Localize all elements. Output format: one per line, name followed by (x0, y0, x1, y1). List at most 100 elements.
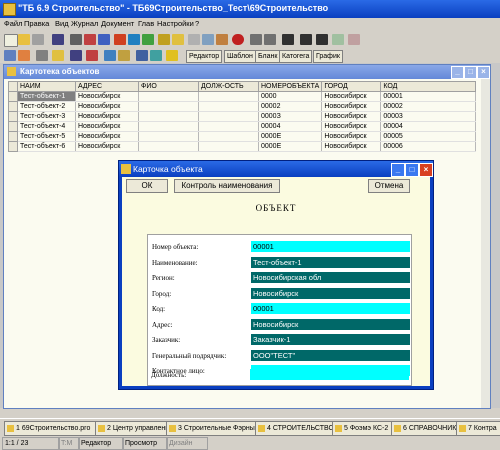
menu-help[interactable]: ? (195, 19, 199, 28)
cell-code[interactable]: 00005 (380, 131, 477, 142)
customer-field[interactable]: Заказчик-1 (251, 334, 410, 345)
row-indicator[interactable] (8, 141, 18, 152)
ok-button[interactable]: ОК (126, 179, 168, 193)
cell-position[interactable] (198, 121, 259, 132)
tab-catalog[interactable]: Катогега (279, 50, 313, 63)
cell-name[interactable]: Тест-объект-5 (17, 131, 76, 142)
cell-object-number[interactable]: 00002 (258, 101, 323, 112)
cell-object-number[interactable]: 0000З (258, 111, 323, 122)
cell-position[interactable] (198, 91, 259, 102)
status-editor[interactable]: Редактор (78, 437, 124, 450)
grid-icon[interactable] (70, 50, 82, 61)
cell-address[interactable]: Новосибирск (75, 131, 139, 142)
cell-city[interactable]: Новосибирск (321, 91, 382, 102)
row-indicator[interactable] (8, 131, 18, 142)
table-row[interactable]: Тест-объект-4 Новосибирск 00004 Новосиби… (8, 121, 477, 132)
general-contractor-field[interactable]: ООО"ТЕСТ" (251, 350, 410, 361)
book-icon[interactable] (104, 50, 116, 61)
status-preview[interactable]: Просмотр (122, 437, 168, 450)
cell-address[interactable]: Новосибирск (75, 111, 139, 122)
close-icon[interactable]: × (477, 66, 490, 79)
tab-blank[interactable]: Бланк (255, 50, 281, 63)
table-row[interactable]: Тест-объект-1 Новосибирск 0000 Новосибир… (8, 91, 477, 102)
col-header-position[interactable]: ДОЛЖ-ОСТЬ (198, 81, 259, 92)
maximize-icon[interactable]: □ (405, 163, 419, 177)
window-tab-1[interactable]: 1 69Строительство.pro (4, 421, 107, 436)
paste-icon[interactable] (202, 34, 214, 45)
tab-editor[interactable]: Редактор (186, 50, 223, 63)
row-indicator[interactable] (8, 121, 18, 132)
key-icon[interactable] (158, 34, 170, 45)
nav-next-icon[interactable] (264, 34, 276, 45)
cell-object-number[interactable]: 00004 (258, 121, 323, 132)
region-field[interactable]: Новосибирская обл (251, 272, 410, 283)
table-row[interactable]: Тест-объект-3 Новосибирск 0000З Новосиби… (8, 111, 477, 122)
cell-code[interactable]: 00002 (380, 101, 477, 112)
window-tab-3[interactable]: 3 Строительные Фэрны (166, 421, 267, 436)
open-icon[interactable] (18, 34, 30, 45)
menu-journal[interactable]: Журнал (71, 19, 98, 28)
cell-object-number[interactable]: 0000 (258, 91, 323, 102)
cell-city[interactable]: Новосибирск (321, 101, 382, 112)
row-indicator[interactable] (8, 111, 18, 122)
report-icon[interactable] (98, 34, 110, 45)
col-header-code[interactable]: КОД (380, 81, 477, 92)
cell-object-number[interactable]: 0000Е (258, 131, 323, 142)
col-header-city[interactable]: ГОРОД (321, 81, 382, 92)
cell-fio[interactable] (138, 111, 199, 122)
cell-code[interactable]: 00001 (380, 91, 477, 102)
menu-file[interactable]: Файл (4, 19, 22, 28)
status-design[interactable]: Дизайн (166, 437, 208, 450)
name-field[interactable]: Тест-объект-1 (251, 257, 410, 268)
list-icon[interactable] (36, 50, 48, 61)
archive-icon[interactable] (118, 50, 130, 61)
cell-city[interactable]: Новосибирск (321, 131, 382, 142)
cancel-icon[interactable] (348, 34, 360, 45)
form-icon[interactable] (84, 34, 96, 45)
new-icon[interactable] (4, 34, 18, 47)
cell-city[interactable]: Новосибирск (321, 121, 382, 132)
save-icon[interactable] (32, 34, 44, 45)
tab-template[interactable]: Шаблон (224, 50, 256, 63)
delete-icon[interactable] (316, 34, 328, 45)
cell-fio[interactable] (138, 91, 199, 102)
tools-icon[interactable] (142, 34, 154, 45)
cell-address[interactable]: Новосибирск (75, 101, 139, 112)
col-header-name[interactable]: НАИМ (17, 81, 76, 92)
db-icon[interactable] (136, 50, 148, 61)
position-field[interactable] (250, 369, 409, 380)
col-header-address[interactable]: АДРЕС (75, 81, 139, 92)
chart-icon[interactable] (114, 34, 126, 45)
table-row[interactable]: Тест-объект-6 Новосибирск 0000Е Новосиби… (8, 141, 477, 152)
insert-icon[interactable] (300, 34, 312, 45)
help-icon[interactable] (166, 50, 178, 61)
menu-main[interactable]: Глав (138, 19, 154, 28)
cell-code[interactable]: 00006 (380, 141, 477, 152)
cut-icon[interactable] (188, 34, 200, 45)
menu-settings[interactable]: Настройки (157, 19, 194, 28)
cell-city[interactable]: Новосибирск (321, 141, 382, 152)
minimize-icon[interactable]: _ (391, 163, 405, 177)
cell-position[interactable] (198, 111, 259, 122)
print-icon[interactable] (52, 34, 64, 45)
cell-city[interactable]: Новосибирск (321, 111, 382, 122)
row-indicator[interactable] (8, 91, 18, 102)
cell-fio[interactable] (138, 141, 199, 152)
cell-name[interactable]: Тест-объект-6 (17, 141, 76, 152)
col-header-object-number[interactable]: НОМЕРОБЪЕКТА (257, 81, 323, 92)
menu-edit[interactable]: Правка (24, 19, 49, 28)
folder-icon[interactable] (52, 50, 64, 61)
brush-icon[interactable] (216, 34, 228, 45)
table-row[interactable]: Тест-объект-5 Новосибирск 0000Е Новосиби… (8, 131, 477, 142)
menu-view[interactable]: Вид (55, 19, 69, 28)
cell-name[interactable]: Тест-объект-3 (17, 111, 76, 122)
cell-fio[interactable] (138, 101, 199, 112)
close-icon[interactable]: × (419, 163, 433, 177)
menu-document[interactable]: Документ (101, 19, 134, 28)
cell-fio[interactable] (138, 121, 199, 132)
nav-prev-icon[interactable] (250, 34, 262, 45)
cell-position[interactable] (198, 141, 259, 152)
cell-position[interactable] (198, 131, 259, 142)
cell-code[interactable]: 00004 (380, 121, 477, 132)
cell-name[interactable]: Тест-объект-2 (17, 101, 76, 112)
